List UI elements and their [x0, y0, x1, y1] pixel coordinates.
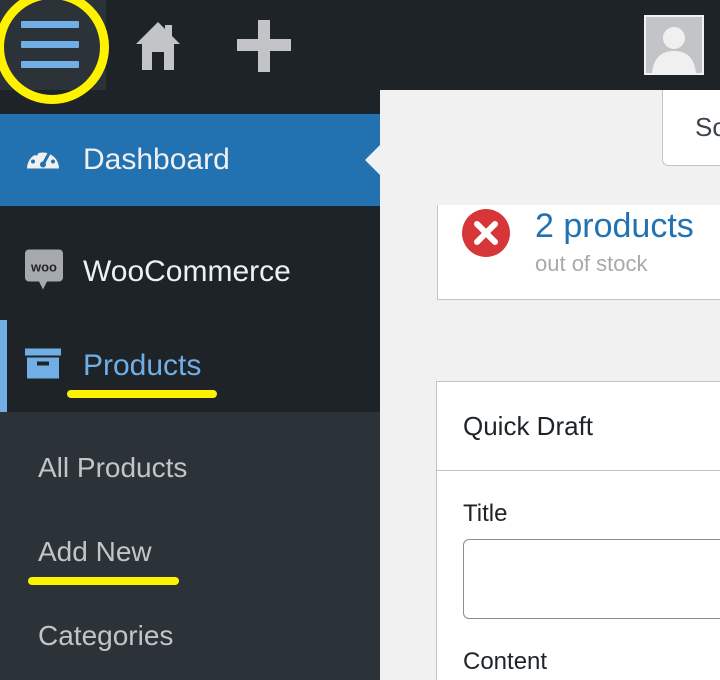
error-x-icon	[462, 209, 510, 257]
sidebar-item-label: Products	[83, 349, 202, 382]
archive-box-icon	[25, 348, 61, 384]
plus-icon[interactable]	[237, 20, 291, 72]
sidebar-item-dashboard[interactable]: Dashboard	[0, 114, 380, 206]
woocommerce-icon: woo	[25, 249, 63, 295]
active-indicator	[0, 320, 7, 412]
submenu-item-add-new[interactable]: Add New	[38, 536, 152, 568]
sidebar-item-products[interactable]: Products	[0, 320, 380, 412]
products-submenu: All Products Add New Categories	[0, 412, 380, 680]
panel-title: Quick Draft	[463, 411, 594, 441]
sidebar-item-label: Dashboard	[83, 143, 230, 176]
quick-draft-panel: Quick Draft Title Content	[436, 381, 720, 680]
admin-bar	[0, 0, 720, 104]
home-icon[interactable]	[134, 20, 182, 72]
title-field-label: Title	[463, 500, 508, 527]
screen-options-button[interactable]: Sc	[662, 90, 720, 166]
highlight-underline-annotation	[67, 390, 217, 398]
menu-toggle-button[interactable]	[0, 0, 109, 104]
current-page-pointer	[365, 145, 380, 175]
dashboard-gauge-icon	[25, 143, 61, 178]
sidebar-item-label: WooCommerce	[83, 255, 291, 288]
out-of-stock-caption: out of stock	[535, 251, 648, 276]
stock-status-widget: 2 products out of stock	[437, 205, 720, 300]
out-of-stock-count-link[interactable]: 2 products	[535, 207, 694, 246]
user-avatar-icon[interactable]	[644, 15, 704, 75]
admin-sidebar: Dashboard woo WooCommerce Products All P…	[0, 90, 380, 680]
dashboard-main: Sc 2 products out of stock Quick Draft T…	[380, 90, 720, 680]
content-field-label: Content	[463, 648, 548, 675]
title-input[interactable]	[463, 539, 720, 619]
highlight-underline-annotation	[28, 577, 179, 585]
screen-options-label: Sc	[695, 112, 720, 142]
submenu-item-categories[interactable]: Categories	[38, 620, 173, 652]
sidebar-item-woocommerce[interactable]: woo WooCommerce	[0, 226, 380, 318]
svg-text:woo: woo	[30, 260, 57, 275]
submenu-item-all-products[interactable]: All Products	[38, 452, 187, 484]
quick-draft-header[interactable]: Quick Draft	[437, 382, 720, 471]
highlight-circle-annotation	[0, 0, 109, 104]
